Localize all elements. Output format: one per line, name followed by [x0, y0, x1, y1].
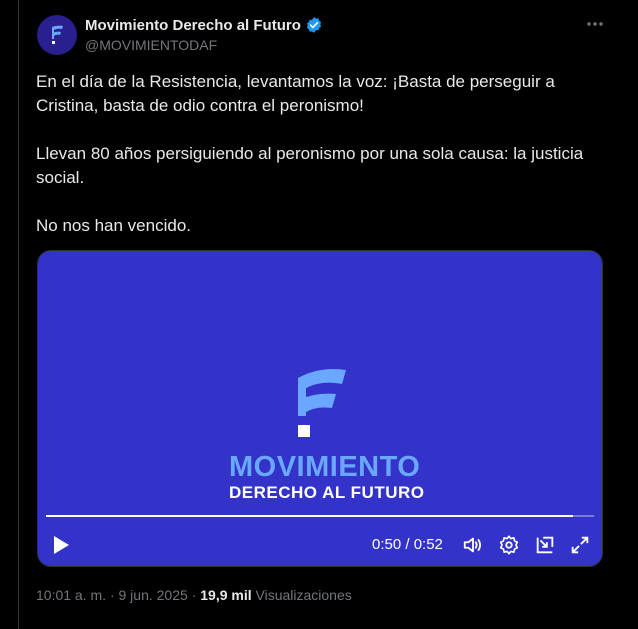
avatar[interactable] — [37, 15, 77, 55]
verified-badge-icon — [306, 17, 321, 33]
video-controls: 0:50 / 0:52 — [38, 529, 602, 561]
tweet-paragraph: No nos han vencido. — [36, 216, 191, 235]
video-player[interactable]: MOVIMIENTO DERECHO AL FUTURO 0:50 / 0:52 — [37, 250, 603, 567]
volume-icon[interactable] — [462, 534, 484, 556]
video-progress-bar[interactable] — [46, 515, 594, 517]
tweet-card: Movimiento Derecho al Futuro @MOVIMIENTO… — [18, 0, 638, 629]
author-handle[interactable]: @MOVIMIENTODAF — [85, 37, 217, 53]
brand-f-logo — [298, 369, 346, 437]
tweet-paragraph: Llevan 80 años persiguiendo al peronismo… — [36, 144, 584, 187]
play-icon[interactable] — [52, 535, 70, 555]
author-display-name[interactable]: Movimiento Derecho al Futuro — [85, 17, 301, 34]
settings-icon[interactable] — [498, 534, 520, 556]
video-time: 0:50 / 0:52 — [372, 536, 443, 553]
views-label: Visualizaciones — [255, 587, 352, 603]
tweet-paragraph: En el día de la Resistencia, levantamos … — [36, 72, 555, 115]
more-options-icon[interactable] — [585, 16, 605, 32]
pip-icon[interactable] — [534, 534, 556, 556]
tweet-time[interactable]: 10:01 a. m. — [36, 587, 106, 603]
video-progress-fill — [46, 515, 574, 517]
f-logo-icon — [52, 25, 63, 44]
views-count: 19,9 mil — [200, 587, 252, 603]
tweet-date[interactable]: 9 jun. 2025 — [119, 587, 188, 603]
fullscreen-icon[interactable] — [569, 534, 591, 556]
author-name-row[interactable]: Movimiento Derecho al Futuro — [85, 16, 323, 34]
tweet-meta: 10:01 a. m. · 9 jun. 2025 · 19,9 mil Vis… — [36, 587, 352, 603]
tweet-text: En el día de la Resistencia, levantamos … — [36, 70, 611, 238]
